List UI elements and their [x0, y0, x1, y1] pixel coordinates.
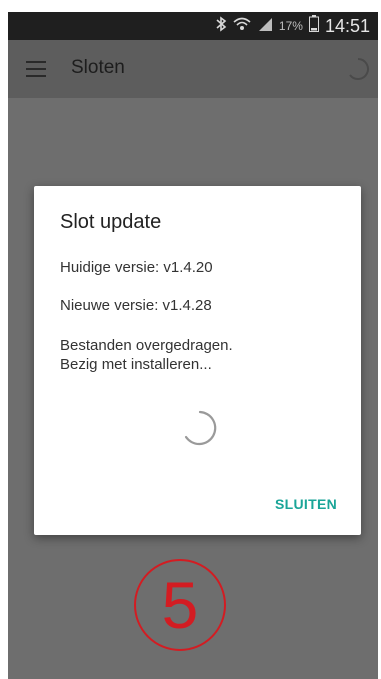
status-time: 14:51 [324, 15, 370, 36]
spinner-icon [346, 57, 370, 81]
update-dialog: Slot update Huidige versie: v1.4.20 Nieu… [34, 186, 361, 535]
step-marker: 5 [134, 559, 226, 651]
signal-icon [257, 16, 273, 37]
status-text-line2: Bezig met installeren... [60, 356, 212, 373]
hamburger-menu-icon[interactable] [26, 61, 46, 77]
battery-icon [308, 15, 319, 37]
app-bar: Sloten [8, 40, 378, 98]
progress-spinner-icon [178, 408, 218, 448]
dialog-title: Slot update [60, 211, 162, 233]
close-button[interactable]: SLUITEN [275, 496, 337, 512]
status-text-line1: Bestanden overgedragen. [60, 337, 233, 354]
current-version-text: Huidige versie: v1.4.20 [60, 259, 213, 276]
status-bar: 17% 14:51 [8, 12, 378, 40]
bluetooth-icon [215, 15, 227, 37]
app-title: Sloten [71, 57, 125, 78]
wifi-icon [233, 16, 251, 37]
phone-screen: 17% 14:51 Sloten Slot update Huidige ver… [8, 12, 378, 679]
battery-percent: 17% [278, 19, 303, 33]
new-version-text: Nieuwe versie: v1.4.28 [60, 297, 212, 314]
